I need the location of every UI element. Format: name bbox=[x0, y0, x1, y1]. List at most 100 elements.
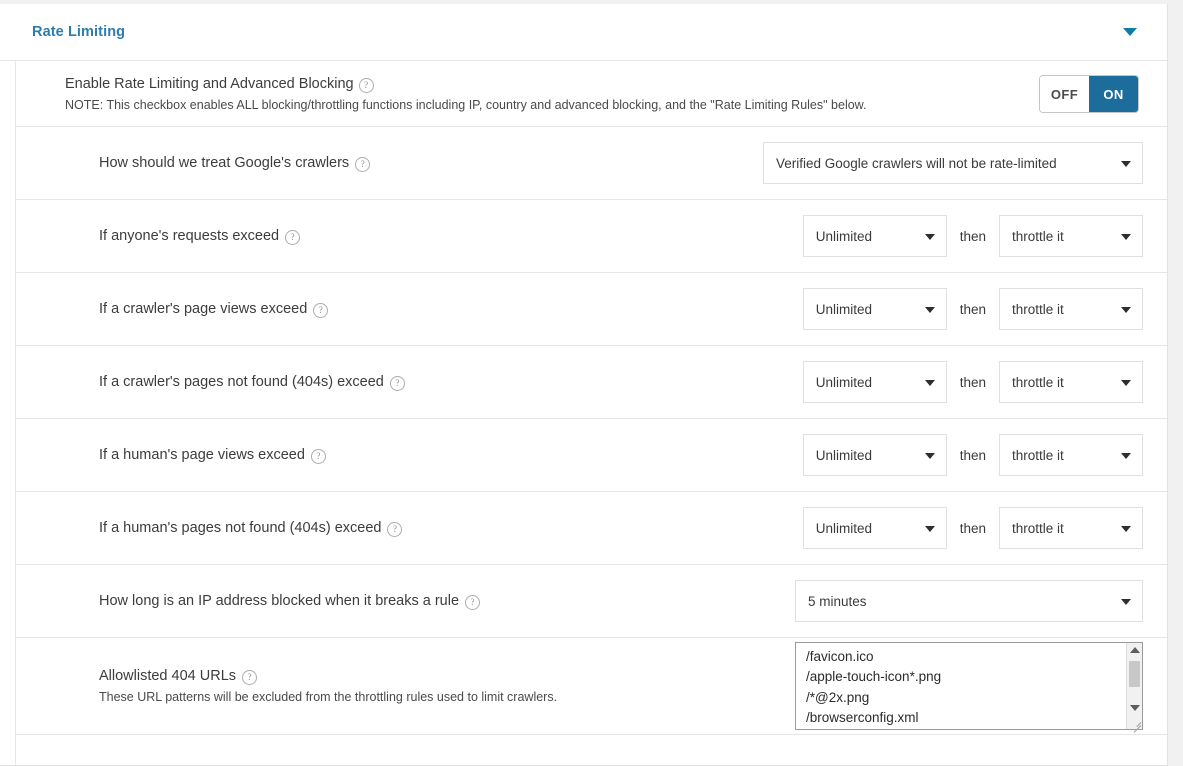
scrollbar-thumb[interactable] bbox=[1129, 661, 1140, 687]
row-block-duration-label: How long is an IP address blocked when i… bbox=[16, 591, 795, 611]
chevron-down-icon bbox=[1121, 161, 1131, 167]
chevron-down-icon bbox=[924, 526, 935, 532]
row-human-page-views-control: Unlimited then throttle it bbox=[802, 434, 1143, 476]
toggle-off-segment[interactable]: OFF bbox=[1040, 76, 1089, 112]
block-duration-select-value: 5 minutes bbox=[808, 593, 867, 609]
enable-rate-limiting-toggle[interactable]: OFF ON bbox=[1039, 75, 1139, 113]
crawler-page-views-action-value: throttle it bbox=[1012, 301, 1064, 317]
row-human-404s: If a human's pages not found (404s) exce… bbox=[15, 492, 1167, 565]
row-anyone-requests-label-text: If anyone's requests exceed bbox=[99, 228, 280, 244]
enable-rate-limiting-label: Enable Rate Limiting and Advanced Blocki… bbox=[65, 74, 866, 94]
row-crawler-page-views-label-text: If a crawler's page views exceed bbox=[99, 301, 308, 317]
enable-rate-limiting-row: Enable Rate Limiting and Advanced Blocki… bbox=[15, 61, 1167, 127]
row-google-crawlers-label: How should we treat Google's crawlers ? bbox=[16, 153, 763, 173]
help-icon[interactable]: ? bbox=[313, 302, 329, 318]
chevron-down-icon bbox=[924, 380, 935, 386]
crawler-page-views-action-select[interactable]: throttle it bbox=[999, 288, 1143, 330]
row-allowlisted-404-urls: Allowlisted 404 URLs ? These URL pattern… bbox=[15, 638, 1167, 735]
then-label: then bbox=[959, 374, 986, 390]
row-human-page-views-label: If a human's page views exceed ? bbox=[16, 445, 803, 465]
crawler-404s-limit-value: Unlimited bbox=[815, 374, 872, 390]
chevron-down-icon bbox=[1121, 307, 1131, 313]
help-icon[interactable]: ? bbox=[310, 448, 326, 464]
crawler-page-views-limit-value: Unlimited bbox=[815, 301, 872, 317]
row-block-duration-label-text: How long is an IP address blocked when i… bbox=[99, 593, 460, 609]
anyone-requests-action-select[interactable]: throttle it bbox=[999, 215, 1143, 257]
then-label: then bbox=[959, 301, 986, 317]
row-crawler-page-views: If a crawler's page views exceed ? Unlim… bbox=[15, 273, 1167, 346]
row-allowlisted-404-urls-label: Allowlisted 404 URLs ? These URL pattern… bbox=[16, 666, 795, 706]
chevron-down-icon bbox=[1121, 380, 1131, 386]
google-crawlers-select-value: Verified Google crawlers will not be rat… bbox=[776, 155, 1057, 171]
enable-rate-limiting-text: Enable Rate Limiting and Advanced Blocki… bbox=[48, 74, 866, 114]
help-icon[interactable]: ? bbox=[355, 156, 371, 172]
anyone-requests-limit-select[interactable]: Unlimited bbox=[802, 215, 947, 257]
row-google-crawlers-control: Verified Google crawlers will not be rat… bbox=[763, 142, 1143, 184]
human-404s-action-select[interactable]: throttle it bbox=[999, 507, 1143, 549]
row-google-crawlers-label-text: How should we treat Google's crawlers bbox=[99, 155, 350, 171]
row-allowlisted-404-urls-control bbox=[795, 642, 1143, 733]
chevron-down-icon bbox=[1121, 526, 1131, 532]
chevron-down-icon bbox=[1121, 234, 1131, 240]
chevron-down-icon bbox=[924, 307, 935, 313]
google-crawlers-select[interactable]: Verified Google crawlers will not be rat… bbox=[763, 142, 1143, 184]
row-human-404s-label: If a human's pages not found (404s) exce… bbox=[16, 518, 803, 538]
help-icon[interactable]: ? bbox=[285, 229, 301, 245]
then-label: then bbox=[959, 447, 986, 463]
page-root: Rate Limiting Enable Rate Limiting and A… bbox=[0, 0, 1183, 766]
row-anyone-requests-control: Unlimited then throttle it bbox=[802, 215, 1143, 257]
toggle-on-segment[interactable]: ON bbox=[1089, 76, 1138, 112]
scroll-down-icon[interactable] bbox=[1129, 705, 1140, 711]
human-404s-limit-select[interactable]: Unlimited bbox=[802, 507, 947, 549]
allowlisted-404-urls-field[interactable] bbox=[795, 642, 1143, 733]
row-block-duration-control: 5 minutes bbox=[795, 580, 1143, 622]
chevron-down-icon[interactable] bbox=[1123, 28, 1137, 36]
row-allowlisted-404-urls-sublabel: These URL patterns will be excluded from… bbox=[99, 690, 558, 704]
textarea-resize-handle[interactable] bbox=[1129, 716, 1142, 733]
row-human-page-views: If a human's page views exceed ? Unlimit… bbox=[15, 419, 1167, 492]
row-crawler-page-views-control: Unlimited then throttle it bbox=[802, 288, 1143, 330]
chevron-down-icon bbox=[1121, 453, 1131, 459]
anyone-requests-limit-value: Unlimited bbox=[815, 228, 872, 244]
panel-header[interactable]: Rate Limiting bbox=[0, 4, 1167, 61]
help-icon[interactable]: ? bbox=[242, 669, 258, 685]
help-icon[interactable]: ? bbox=[389, 375, 405, 391]
row-crawler-page-views-label: If a crawler's page views exceed ? bbox=[16, 299, 803, 319]
row-human-404s-label-text: If a human's pages not found (404s) exce… bbox=[99, 520, 382, 536]
help-icon[interactable]: ? bbox=[358, 77, 374, 93]
row-anyone-requests-label: If anyone's requests exceed ? bbox=[16, 226, 803, 246]
crawler-404s-action-select[interactable]: throttle it bbox=[999, 361, 1143, 403]
human-page-views-limit-select[interactable]: Unlimited bbox=[802, 434, 947, 476]
allowlisted-404-urls-textarea[interactable] bbox=[795, 642, 1143, 730]
row-block-duration: How long is an IP address blocked when i… bbox=[15, 565, 1167, 638]
anyone-requests-action-value: throttle it bbox=[1012, 228, 1064, 244]
panel-footer-spacer bbox=[15, 735, 1167, 765]
row-allowlisted-404-urls-label-text: Allowlisted 404 URLs bbox=[99, 668, 237, 684]
enable-rate-limiting-label-text: Enable Rate Limiting and Advanced Blocki… bbox=[65, 76, 354, 92]
human-404s-action-value: throttle it bbox=[1012, 520, 1064, 536]
help-icon[interactable]: ? bbox=[387, 521, 403, 537]
row-anyone-requests: If anyone's requests exceed ? Unlimited … bbox=[15, 200, 1167, 273]
then-label: then bbox=[959, 520, 986, 536]
row-human-404s-control: Unlimited then throttle it bbox=[802, 507, 1143, 549]
chevron-down-icon bbox=[924, 234, 935, 240]
human-page-views-limit-value: Unlimited bbox=[815, 447, 872, 463]
chevron-down-icon bbox=[924, 453, 935, 459]
crawler-404s-action-value: throttle it bbox=[1012, 374, 1064, 390]
human-404s-limit-value: Unlimited bbox=[815, 520, 872, 536]
scroll-up-icon[interactable] bbox=[1129, 647, 1140, 653]
row-crawler-404s-control: Unlimited then throttle it bbox=[802, 361, 1143, 403]
row-google-crawlers: How should we treat Google's crawlers ? … bbox=[15, 127, 1167, 200]
row-crawler-404s-label-text: If a crawler's pages not found (404s) ex… bbox=[99, 374, 384, 390]
row-crawler-404s: If a crawler's pages not found (404s) ex… bbox=[15, 346, 1167, 419]
crawler-page-views-limit-select[interactable]: Unlimited bbox=[802, 288, 947, 330]
help-icon[interactable]: ? bbox=[465, 594, 481, 610]
row-crawler-404s-label: If a crawler's pages not found (404s) ex… bbox=[16, 372, 803, 392]
block-duration-select[interactable]: 5 minutes bbox=[795, 580, 1143, 622]
human-page-views-action-select[interactable]: throttle it bbox=[999, 434, 1143, 476]
human-page-views-action-value: throttle it bbox=[1012, 447, 1064, 463]
crawler-404s-limit-select[interactable]: Unlimited bbox=[802, 361, 947, 403]
scrollbar-track[interactable] bbox=[1127, 657, 1142, 701]
enable-rate-limiting-note: NOTE: This checkbox enables ALL blocking… bbox=[65, 98, 867, 112]
then-label: then bbox=[959, 228, 986, 244]
